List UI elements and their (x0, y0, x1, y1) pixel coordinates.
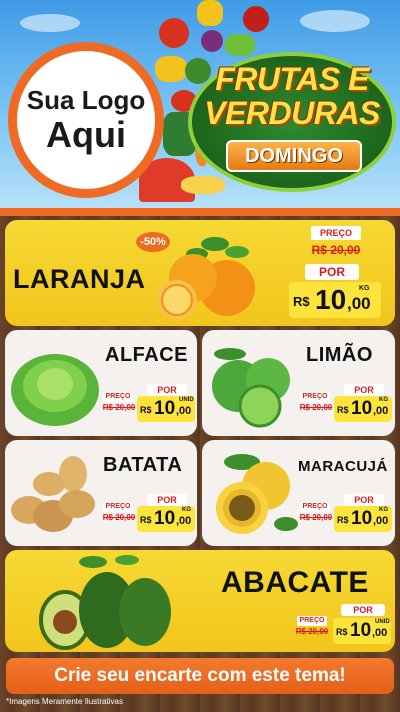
banana-icon (181, 176, 225, 194)
potato-icon (11, 456, 95, 532)
cloud (300, 10, 370, 32)
product-card-limao[interactable]: LIMÃO PREÇO R$ 20,00 POR R$ 10 ,00 KG (202, 330, 395, 436)
por-label: POR (344, 494, 384, 506)
product-card-laranja[interactable]: LARANJA PREÇO R$ 20,00 POR R$ 10 ,00 KG (5, 220, 395, 326)
product-card-maracuja[interactable]: MARACUJÁ PREÇO R$ 20,00 POR R$ 10 ,00 KG (202, 440, 395, 546)
price-dec: ,00 (373, 515, 389, 527)
onion-icon (201, 30, 223, 52)
unit: KG (379, 397, 388, 403)
price-dec: ,00 (176, 515, 192, 527)
avocado-icon (39, 555, 171, 650)
price-dec: ,00 (373, 405, 389, 417)
product-card-alface[interactable]: ALFACE PREÇO R$ 20,00 POR R$ 10 ,00 UNID (5, 330, 197, 436)
price-int: 10 (154, 508, 176, 529)
price-dec: ,00 (347, 294, 371, 313)
price-int: 10 (351, 508, 373, 529)
product-card-batata[interactable]: BATATA PREÇO R$ 20,00 POR R$ 10 ,00 KG (5, 440, 197, 546)
old-price: R$ 20,00 (311, 243, 361, 257)
preco-label: PREÇO (300, 392, 330, 402)
price-tag: PREÇO R$ 20,00 POR R$ 10 ,00 UNID (101, 382, 195, 432)
preco-label: PREÇO (103, 502, 133, 512)
product-name: ABACATE (221, 566, 369, 599)
cabbage-icon (225, 34, 255, 56)
currency: R$ (140, 405, 152, 415)
title-line2: VERDURAS (204, 95, 380, 131)
unit: UNID (375, 619, 390, 625)
old-price: R$ 20,00 (102, 403, 136, 412)
currency: R$ (337, 405, 349, 415)
day-ribbon: DOMINGO (226, 140, 362, 172)
pepper-icon (243, 6, 269, 32)
por-label: POR (305, 264, 359, 280)
price-tag: PREÇO R$ 20,00 POR R$ 10 ,00 UNID (293, 602, 393, 650)
new-price: R$ 10 ,00 KG (137, 506, 195, 532)
preco-label: PREÇO (311, 226, 361, 240)
currency: R$ (140, 515, 152, 525)
preco-label: PREÇO (300, 502, 330, 512)
cloud (20, 14, 80, 32)
pepper-icon (155, 56, 187, 82)
preco-label: PREÇO (103, 392, 133, 402)
price-tag: PREÇO R$ 20,00 POR R$ 10 ,00 KG (101, 492, 195, 542)
old-price: R$ 20,00 (295, 627, 329, 636)
product-name: LARANJA (13, 264, 146, 294)
price-dec: ,00 (176, 405, 192, 417)
divider-strip (0, 208, 400, 216)
price-int: 10 (350, 620, 372, 641)
lettuce-icon (11, 354, 99, 426)
unit: KG (359, 285, 370, 292)
por-label: POR (341, 604, 385, 616)
product-name: LIMÃO (306, 344, 373, 366)
disclaimer: *Imagens Meramente Ilustrativas (6, 697, 123, 706)
logo-line2: Aqui (46, 114, 126, 155)
price-int: 10 (315, 284, 347, 315)
product-name: ALFACE (105, 344, 188, 366)
product-name: BATATA (103, 454, 183, 476)
price-dec: ,00 (372, 627, 388, 639)
por-label: POR (147, 384, 187, 396)
product-card-abacate[interactable]: ABACATE PREÇO R$ 20,00 POR R$ 10 ,00 UNI… (5, 550, 395, 652)
passion-fruit-icon (216, 454, 298, 534)
discount-badge: -50% (136, 232, 170, 252)
logo-line1: Sua Logo (26, 85, 146, 115)
price-tag: PREÇO R$ 20,00 POR R$ 10 ,00 KG (289, 226, 391, 320)
old-price: R$ 20,00 (102, 513, 136, 522)
product-name: MARACUJÁ (298, 458, 388, 475)
old-price: R$ 20,00 (299, 513, 333, 522)
unit: KG (182, 507, 191, 513)
new-price: R$ 10 ,00 UNID (333, 618, 391, 644)
new-price: R$ 10 ,00 UNID (137, 396, 195, 422)
page-title: FRUTAS E VERDURAS (188, 62, 396, 130)
tomato-icon (159, 18, 189, 48)
por-label: POR (147, 494, 187, 506)
price-tag: PREÇO R$ 20,00 POR R$ 10 ,00 KG (298, 382, 392, 432)
new-price: R$ 10 ,00 KG (334, 506, 392, 532)
currency: R$ (336, 627, 348, 637)
old-price: R$ 20,00 (299, 403, 333, 412)
header-banner: Sua Logo Aqui FRUTAS E VERDURAS DOMINGO (0, 0, 400, 208)
preco-label: PREÇO (297, 616, 327, 626)
unit: KG (379, 507, 388, 513)
currency: R$ (293, 294, 310, 309)
title-line1: FRUTAS E (215, 61, 369, 97)
currency: R$ (337, 515, 349, 525)
pepper-icon (197, 0, 223, 26)
price-tag: PREÇO R$ 20,00 POR R$ 10 ,00 KG (298, 492, 392, 542)
price-int: 10 (154, 398, 176, 419)
lime-icon (212, 348, 290, 428)
new-price: R$ 10 ,00 KG (289, 282, 381, 318)
unit: UNID (179, 397, 194, 403)
cta-button[interactable]: Crie seu encarte com este tema! (6, 658, 394, 694)
new-price: R$ 10 ,00 KG (334, 396, 392, 422)
logo-placeholder: Sua Logo Aqui (8, 42, 164, 198)
por-label: POR (344, 384, 384, 396)
price-int: 10 (351, 398, 373, 419)
